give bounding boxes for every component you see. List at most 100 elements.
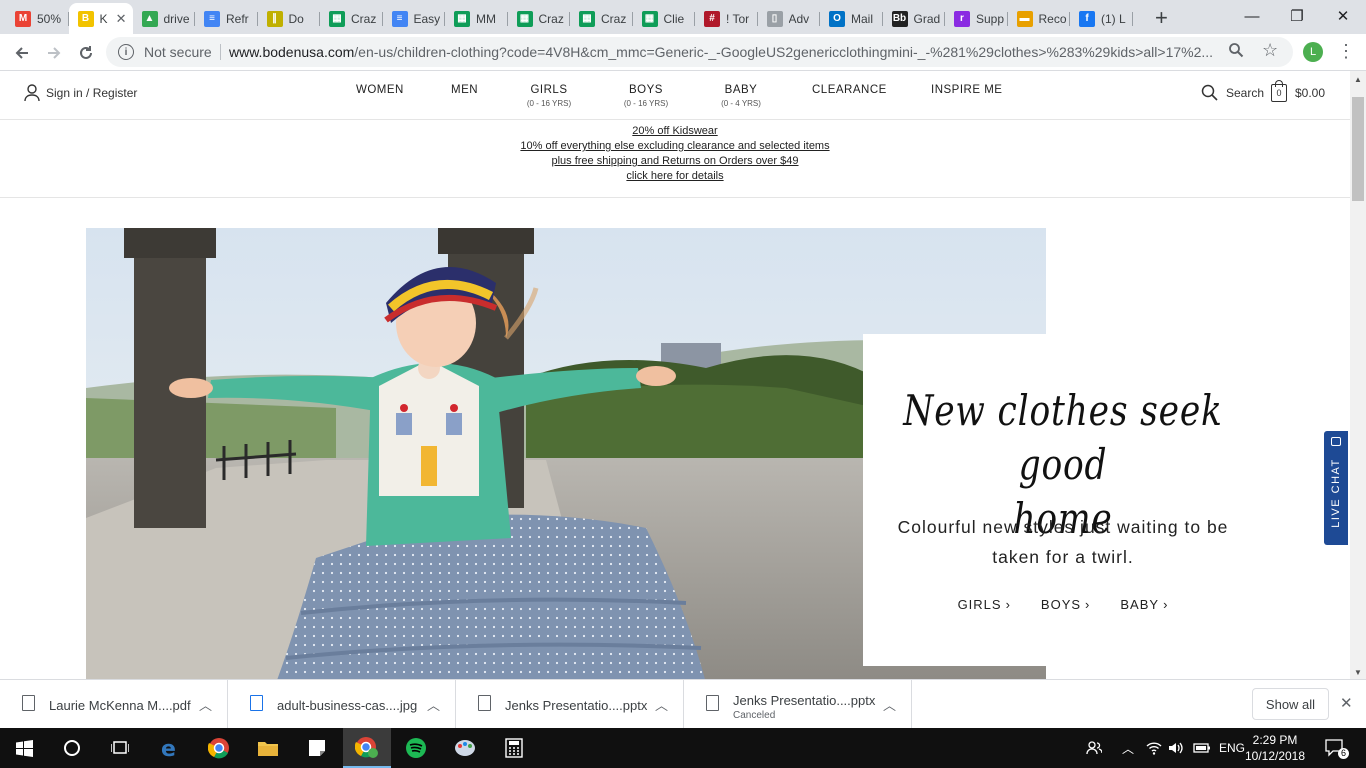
hero-link-girls[interactable]: GIRLS › [958, 597, 1011, 612]
spotify-app[interactable] [392, 728, 440, 768]
browser-tab[interactable]: ∥ Do [258, 3, 321, 34]
browser-tab[interactable]: B K ✕ [68, 3, 133, 34]
file-explorer-app[interactable] [244, 728, 292, 768]
back-button[interactable] [9, 40, 35, 66]
download-item[interactable]: Jenks Presentatio....pptx ︿ [456, 680, 684, 729]
browser-tab[interactable]: ▦ Craz [320, 3, 383, 34]
download-item[interactable]: adult-business-cas....jpg ︿ [228, 680, 456, 729]
browser-tab[interactable]: ▦ Craz [570, 3, 633, 34]
task-view-button[interactable] [96, 728, 144, 768]
taskbar-clock[interactable]: 2:29 PM 10/12/2018 [1244, 732, 1306, 764]
live-chat-button[interactable]: LIVE CHAT [1324, 431, 1348, 545]
close-shelf-icon[interactable]: ✕ [1340, 694, 1353, 712]
shopping-bag-icon: 0 [1271, 80, 1287, 102]
promo-line-discount[interactable]: 10% off everything else excluding cleara… [0, 139, 1350, 154]
edge-app[interactable]: e [146, 728, 194, 768]
search-button[interactable]: Search [1201, 84, 1264, 101]
browser-tab[interactable]: r Supp [945, 3, 1008, 34]
info-icon[interactable]: i [118, 44, 134, 60]
url-text[interactable]: www.bodenusa.com/en-us/children-clothing… [229, 44, 1219, 60]
clock-date: 10/12/2018 [1244, 749, 1306, 763]
nav-women[interactable]: WOMEN [356, 84, 404, 96]
calculator-app[interactable] [490, 728, 538, 768]
chrome-app[interactable] [195, 728, 243, 768]
scroll-up-icon[interactable]: ▲ [1354, 75, 1362, 84]
browser-tab[interactable]: # ! Tor [695, 3, 758, 34]
chevron-up-icon[interactable]: ︿ [1122, 728, 1134, 768]
address-bar[interactable]: i Not secure www.bodenusa.com/en-us/chil… [106, 37, 1293, 67]
nav-men[interactable]: MEN [451, 84, 478, 96]
browser-tab[interactable]: ▲ drive [133, 3, 196, 34]
security-status[interactable]: Not secure [144, 44, 212, 60]
nav-label: MEN [451, 84, 479, 96]
cart-button[interactable]: 0 $0.00 [1271, 80, 1325, 102]
download-item[interactable]: Laurie McKenna M....pdf ︿ [0, 680, 228, 729]
wifi-icon[interactable] [1146, 728, 1162, 768]
scroll-down-icon[interactable]: ▼ [1354, 668, 1362, 677]
browser-tab[interactable]: f (1) L [1070, 3, 1133, 34]
chevron-up-icon[interactable]: ︿ [883, 695, 896, 714]
download-item[interactable]: Jenks Presentatio....pptx Canceled ︿ [684, 680, 912, 729]
chrome-window-active[interactable] [343, 728, 391, 768]
promo-line-shipping[interactable]: plus free shipping and Returns on Orders… [0, 154, 1350, 169]
minimize-button[interactable]: — [1229, 0, 1275, 32]
zoom-icon[interactable] [1228, 42, 1244, 63]
nav-boys[interactable]: BOYS (0 - 16 YRS) [619, 84, 673, 108]
start-button[interactable] [0, 728, 48, 768]
browser-tab[interactable]: ≡ Refr [195, 3, 258, 34]
browser-tab[interactable]: M 50% [6, 3, 69, 34]
tab-title: Clie [663, 11, 685, 26]
battery-icon[interactable] [1193, 728, 1211, 768]
nav-inspire-me[interactable]: INSPIRE ME [931, 84, 1002, 96]
show-all-downloads-button[interactable]: Show all [1252, 688, 1329, 720]
chevron-up-icon[interactable]: ︿ [427, 695, 440, 714]
browser-toolbar: i Not secure www.bodenusa.com/en-us/chil… [0, 34, 1366, 71]
browser-tab[interactable]: ≡ Easy [383, 3, 446, 34]
people-icon[interactable] [1086, 728, 1102, 768]
nav-clearance[interactable]: CLEARANCE [812, 84, 887, 96]
tab-close-icon[interactable]: ✕ [116, 11, 127, 27]
scrollbar-thumb[interactable] [1352, 97, 1364, 201]
browser-menu-icon[interactable]: ⋮ [1337, 41, 1355, 62]
nav-baby[interactable]: BABY (0 - 4 YRS) [715, 84, 767, 108]
browser-tab[interactable]: ▬ Reco [1008, 3, 1071, 34]
browser-tab[interactable]: ▦ Clie [633, 3, 696, 34]
language-indicator[interactable]: ENG [1219, 728, 1245, 768]
tab-list: M 50% B K ✕ ▲ drive ≡ Refr ∥ Do ▦ Craz ≡ Easy ▦ MM ▦ Craz ▦… [6, 3, 1133, 34]
bookmark-star-icon[interactable]: ☆ [1262, 40, 1278, 61]
promo-banner: 20% off Kidswear 10% off everything else… [0, 124, 1350, 184]
blackboard-icon: Bb [891, 10, 908, 27]
chevron-up-icon[interactable]: ︿ [655, 695, 668, 714]
action-center-button[interactable]: 6 [1325, 728, 1350, 768]
tab-title: Craz [601, 11, 627, 26]
browser-tab[interactable]: Bb Grad [883, 3, 946, 34]
nav-girls[interactable]: GIRLS (0 - 16 YRS) [523, 84, 575, 108]
chrome-profile-icon [355, 737, 378, 758]
promo-details-link[interactable]: click here for details [0, 169, 1350, 184]
chevron-up-icon[interactable]: ︿ [199, 695, 212, 714]
page-scrollbar[interactable]: ▲ ▼ [1350, 71, 1366, 679]
profile-avatar[interactable]: L [1303, 42, 1323, 62]
cortana-button[interactable] [48, 728, 96, 768]
sticky-app[interactable] [293, 728, 341, 768]
paint-app[interactable] [441, 728, 489, 768]
file-icon [478, 695, 491, 711]
forward-button[interactable] [41, 40, 67, 66]
hero-link-boys[interactable]: BOYS › [1041, 597, 1090, 612]
new-tab-button[interactable]: + [1155, 5, 1168, 31]
browser-tab[interactable]: O Mail [820, 3, 883, 34]
browser-tab[interactable]: ▦ Craz [508, 3, 571, 34]
browser-tab[interactable]: ▦ MM [445, 3, 508, 34]
google-docs-icon: ≡ [391, 10, 408, 27]
browser-tab[interactable]: ▯ Adv [758, 3, 821, 34]
chevron-right-icon: › [1163, 597, 1169, 612]
tab-title: Grad [913, 11, 941, 26]
note-icon [309, 740, 325, 756]
window-close-button[interactable]: ✕ [1320, 0, 1366, 32]
volume-icon[interactable] [1168, 728, 1184, 768]
reload-button[interactable] [73, 40, 99, 66]
hero-link-baby[interactable]: BABY › [1120, 597, 1168, 612]
nav-label: BOYS [629, 84, 663, 96]
maximize-button[interactable]: ❐ [1274, 0, 1320, 32]
promo-line-kidswear[interactable]: 20% off Kidswear [0, 124, 1350, 139]
